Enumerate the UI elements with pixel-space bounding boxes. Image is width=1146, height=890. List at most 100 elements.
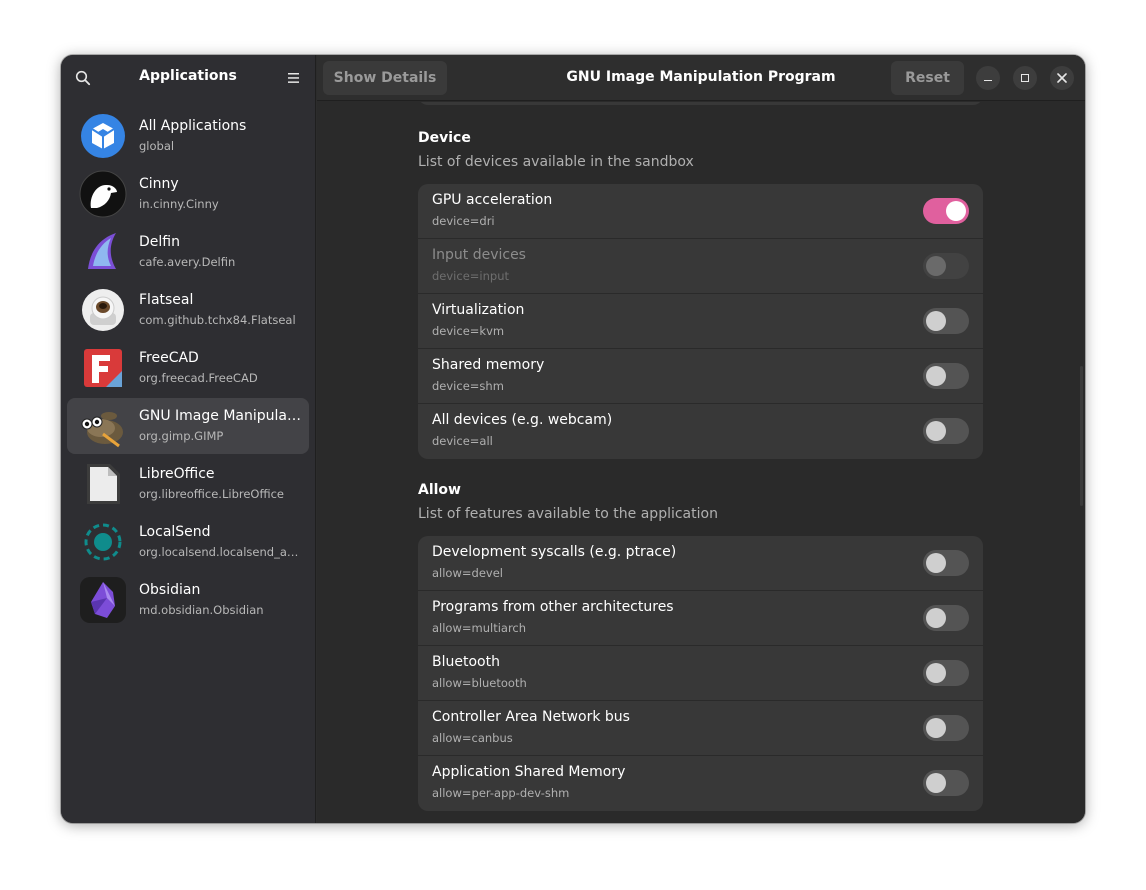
app-item-all-applications[interactable]: All Applications global: [67, 108, 309, 164]
setting-row-allow-canbus: Controller Area Network bus allow=canbus: [418, 701, 983, 756]
localsend-icon: [79, 518, 127, 566]
header-bar: Show Details GNU Image Manipulation Prog…: [317, 55, 1085, 101]
setting-subtitle: allow=canbus: [432, 731, 513, 745]
toggle-knob: [926, 773, 946, 793]
toggle-knob: [926, 608, 946, 628]
setting-subtitle: allow=bluetooth: [432, 676, 527, 690]
app-id: md.obsidian.Obsidian: [139, 603, 264, 617]
flatseal-window: Applications All Applications global Cin…: [61, 55, 1085, 823]
app-item-cinny[interactable]: Cinny in.cinny.Cinny: [67, 166, 309, 222]
page-title: GNU Image Manipulation Program: [566, 69, 836, 85]
app-list: All Applications global Cinny in.cinny.C…: [67, 108, 309, 630]
shared-memory-toggle[interactable]: [923, 363, 969, 389]
minimize-button[interactable]: [976, 66, 1000, 90]
app-item-gimp[interactable]: GNU Image Manipulation Program org.gimp.…: [67, 398, 309, 454]
freecad-icon: [79, 344, 127, 392]
setting-title: All devices (e.g. webcam): [432, 412, 613, 428]
obsidian-icon: [79, 576, 127, 624]
toggle-knob: [946, 201, 966, 221]
virtualization-toggle[interactable]: [923, 308, 969, 334]
delfin-icon: [79, 228, 127, 276]
setting-row-device-all: All devices (e.g. webcam) device=all: [418, 404, 983, 459]
app-name: Flatseal: [139, 292, 194, 308]
setting-subtitle: allow=multiarch: [432, 621, 527, 635]
app-name: Delfin: [139, 234, 180, 250]
setting-row-device-input: Input devices device=input: [418, 239, 983, 294]
toggle-knob: [926, 366, 946, 386]
all-devices-toggle[interactable]: [923, 418, 969, 444]
gimp-icon: [79, 402, 127, 450]
allow-section-title: Allow: [418, 482, 461, 498]
device-section-title: Device: [418, 130, 471, 146]
close-button[interactable]: [1050, 66, 1074, 90]
setting-subtitle: allow=per-app-dev-shm: [432, 786, 570, 800]
maximize-icon: [1021, 74, 1029, 82]
setting-row-allow-per-app-dev-shm: Application Shared Memory allow=per-app-…: [418, 756, 983, 811]
toggle-knob: [926, 421, 946, 441]
allow-section-subtitle: List of features available to the applic…: [418, 506, 718, 522]
app-name: Obsidian: [139, 582, 201, 598]
app-name: LibreOffice: [139, 466, 215, 482]
minimize-icon: [984, 79, 992, 82]
setting-title: Virtualization: [432, 302, 525, 318]
cinny-icon: [79, 170, 127, 218]
allow-card: Development syscalls (e.g. ptrace) allow…: [418, 536, 983, 811]
app-name: LocalSend: [139, 524, 211, 540]
app-id: org.freecad.FreeCAD: [139, 371, 258, 385]
multiarch-toggle[interactable]: [923, 605, 969, 631]
scrollbar[interactable]: [1080, 366, 1083, 506]
reset-button[interactable]: Reset: [891, 61, 964, 95]
toggle-knob: [926, 663, 946, 683]
app-id: com.github.tchx84.Flatseal: [139, 313, 296, 327]
setting-subtitle: device=dri: [432, 214, 495, 228]
setting-row-allow-devel: Development syscalls (e.g. ptrace) allow…: [418, 536, 983, 591]
input-devices-toggle: [923, 253, 969, 279]
setting-subtitle: allow=devel: [432, 566, 503, 580]
setting-row-allow-multiarch: Programs from other architectures allow=…: [418, 591, 983, 646]
app-item-libreoffice[interactable]: LibreOffice org.libreoffice.LibreOffice: [67, 456, 309, 512]
app-shared-memory-toggle[interactable]: [923, 770, 969, 796]
toggle-knob: [926, 311, 946, 331]
hamburger-menu-icon[interactable]: [283, 67, 305, 89]
setting-subtitle: device=shm: [432, 379, 504, 393]
previous-section-card: [418, 102, 983, 105]
development-syscalls-toggle[interactable]: [923, 550, 969, 576]
close-icon: [1057, 73, 1067, 83]
setting-row-device-shm: Shared memory device=shm: [418, 349, 983, 404]
flatseal-icon: [79, 286, 127, 334]
setting-title: Application Shared Memory: [432, 764, 626, 780]
maximize-button[interactable]: [1013, 66, 1037, 90]
bluetooth-toggle[interactable]: [923, 660, 969, 686]
canbus-toggle[interactable]: [923, 715, 969, 741]
setting-subtitle: device=all: [432, 434, 493, 448]
app-item-freecad[interactable]: FreeCAD org.freecad.FreeCAD: [67, 340, 309, 396]
setting-title: Shared memory: [432, 357, 545, 373]
app-name: All Applications: [139, 118, 247, 134]
app-name: FreeCAD: [139, 350, 199, 366]
permissions-content[interactable]: Device List of devices available in the …: [317, 102, 1085, 823]
app-item-delfin[interactable]: Delfin cafe.avery.Delfin: [67, 224, 309, 280]
app-item-flatseal[interactable]: Flatseal com.github.tchx84.Flatseal: [67, 282, 309, 338]
toggle-knob: [926, 553, 946, 573]
show-details-button[interactable]: Show Details: [323, 61, 447, 95]
setting-row-device-dri: GPU acceleration device=dri: [418, 184, 983, 239]
app-name: Cinny: [139, 176, 179, 192]
toggle-knob: [926, 256, 946, 276]
setting-row-device-kvm: Virtualization device=kvm: [418, 294, 983, 349]
setting-title: Bluetooth: [432, 654, 500, 670]
app-item-obsidian[interactable]: Obsidian md.obsidian.Obsidian: [67, 572, 309, 628]
gpu-acceleration-toggle[interactable]: [923, 198, 969, 224]
setting-subtitle: device=input: [432, 269, 509, 283]
setting-subtitle: device=kvm: [432, 324, 505, 338]
main-pane: Show Details GNU Image Manipulation Prog…: [317, 55, 1085, 823]
device-section-subtitle: List of devices available in the sandbox: [418, 154, 694, 170]
app-id: org.libreoffice.LibreOffice: [139, 487, 284, 501]
setting-row-allow-bluetooth: Bluetooth allow=bluetooth: [418, 646, 983, 701]
app-item-localsend[interactable]: LocalSend org.localsend.localsend_app: [67, 514, 309, 570]
libreoffice-icon: [79, 460, 127, 508]
all-applications-icon: [79, 112, 127, 160]
app-id: cafe.avery.Delfin: [139, 255, 236, 269]
toggle-knob: [926, 718, 946, 738]
app-id: org.gimp.GIMP: [139, 429, 224, 443]
setting-title: Controller Area Network bus: [432, 709, 630, 725]
